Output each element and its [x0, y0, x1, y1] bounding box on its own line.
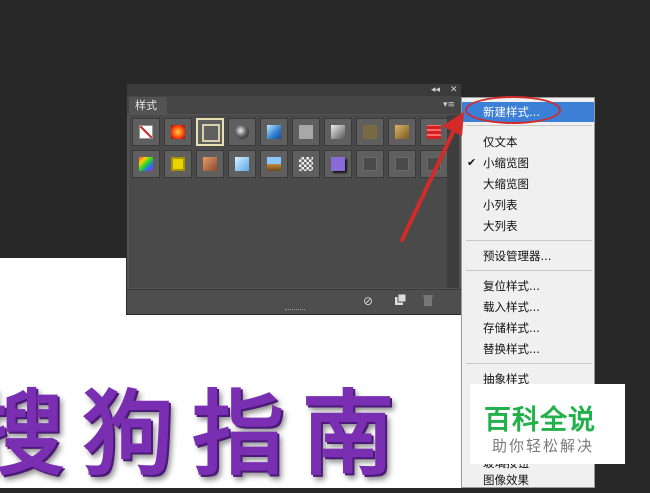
menu-item-large-list[interactable]: 大列表	[462, 216, 594, 236]
watermark-subtitle: 助你轻松解决	[492, 437, 595, 455]
menu-item-text-only[interactable]: 仅文本	[462, 132, 594, 152]
swatch-light-blue[interactable]	[228, 150, 256, 178]
close-icon[interactable]: ✕	[450, 84, 458, 96]
menu-item-load-styles[interactable]: 载入样式...	[462, 297, 594, 317]
clear-style-icon[interactable]: ⊘	[361, 294, 375, 308]
menu-item-small-thumbnail[interactable]: ✔ 小缩览图	[462, 153, 594, 173]
menu-item-reset-styles[interactable]: 复位样式...	[462, 276, 594, 296]
swatch-bronze[interactable]	[356, 118, 384, 146]
swatch-gray-gradient[interactable]	[324, 118, 352, 146]
swatch-yellow-button[interactable]	[164, 150, 192, 178]
new-style-icon[interactable]	[393, 293, 407, 308]
trash-icon[interactable]	[421, 294, 435, 308]
annotation-arrow	[400, 112, 464, 242]
swatch-orange-gradient[interactable]	[196, 150, 224, 178]
menu-item-replace-styles[interactable]: 替换样式...	[462, 339, 594, 359]
panel-bottom-bar: ⊘	[127, 289, 461, 314]
canvas-styled-text: 搜狗指南	[0, 381, 413, 488]
swatch-empty[interactable]	[356, 150, 384, 178]
panel-title-bar: ◂◂ ✕	[127, 84, 461, 96]
resize-grip[interactable]	[285, 309, 305, 313]
menu-separator	[466, 270, 592, 271]
menu-item-small-list[interactable]: 小列表	[462, 195, 594, 215]
menu-item-image-effects[interactable]: 图像效果	[462, 470, 594, 490]
watermark-logo: 百科全说 助你轻松解决	[470, 384, 625, 464]
swatch-landscape[interactable]	[260, 150, 288, 178]
menu-item-save-styles[interactable]: 存储样式...	[462, 318, 594, 338]
swatch-chrome-ball[interactable]	[228, 118, 256, 146]
swatch-blue-glass[interactable]	[260, 118, 288, 146]
swatch-outline-frame[interactable]	[196, 118, 224, 146]
collapse-icon[interactable]: ◂◂	[431, 84, 440, 96]
menu-separator	[466, 240, 592, 241]
annotation-ellipse	[465, 96, 561, 124]
menu-separator	[466, 363, 592, 364]
menu-item-large-thumbnail[interactable]: 大缩览图	[462, 174, 594, 194]
swatch-purple-shadow[interactable]	[324, 150, 352, 178]
no-style-icon	[139, 125, 153, 139]
swatch-rainbow[interactable]	[132, 150, 160, 178]
swatch-red-glow[interactable]	[164, 118, 192, 146]
menu-separator	[466, 125, 592, 126]
swatch-gray-flat[interactable]	[292, 118, 320, 146]
tab-styles[interactable]: 样式	[129, 97, 167, 114]
swatch-pattern[interactable]	[292, 150, 320, 178]
menu-item-preset-manager[interactable]: 预设管理器...	[462, 246, 594, 266]
watermark-title: 百科全说	[484, 405, 596, 436]
swatch-none-style[interactable]	[132, 118, 160, 146]
